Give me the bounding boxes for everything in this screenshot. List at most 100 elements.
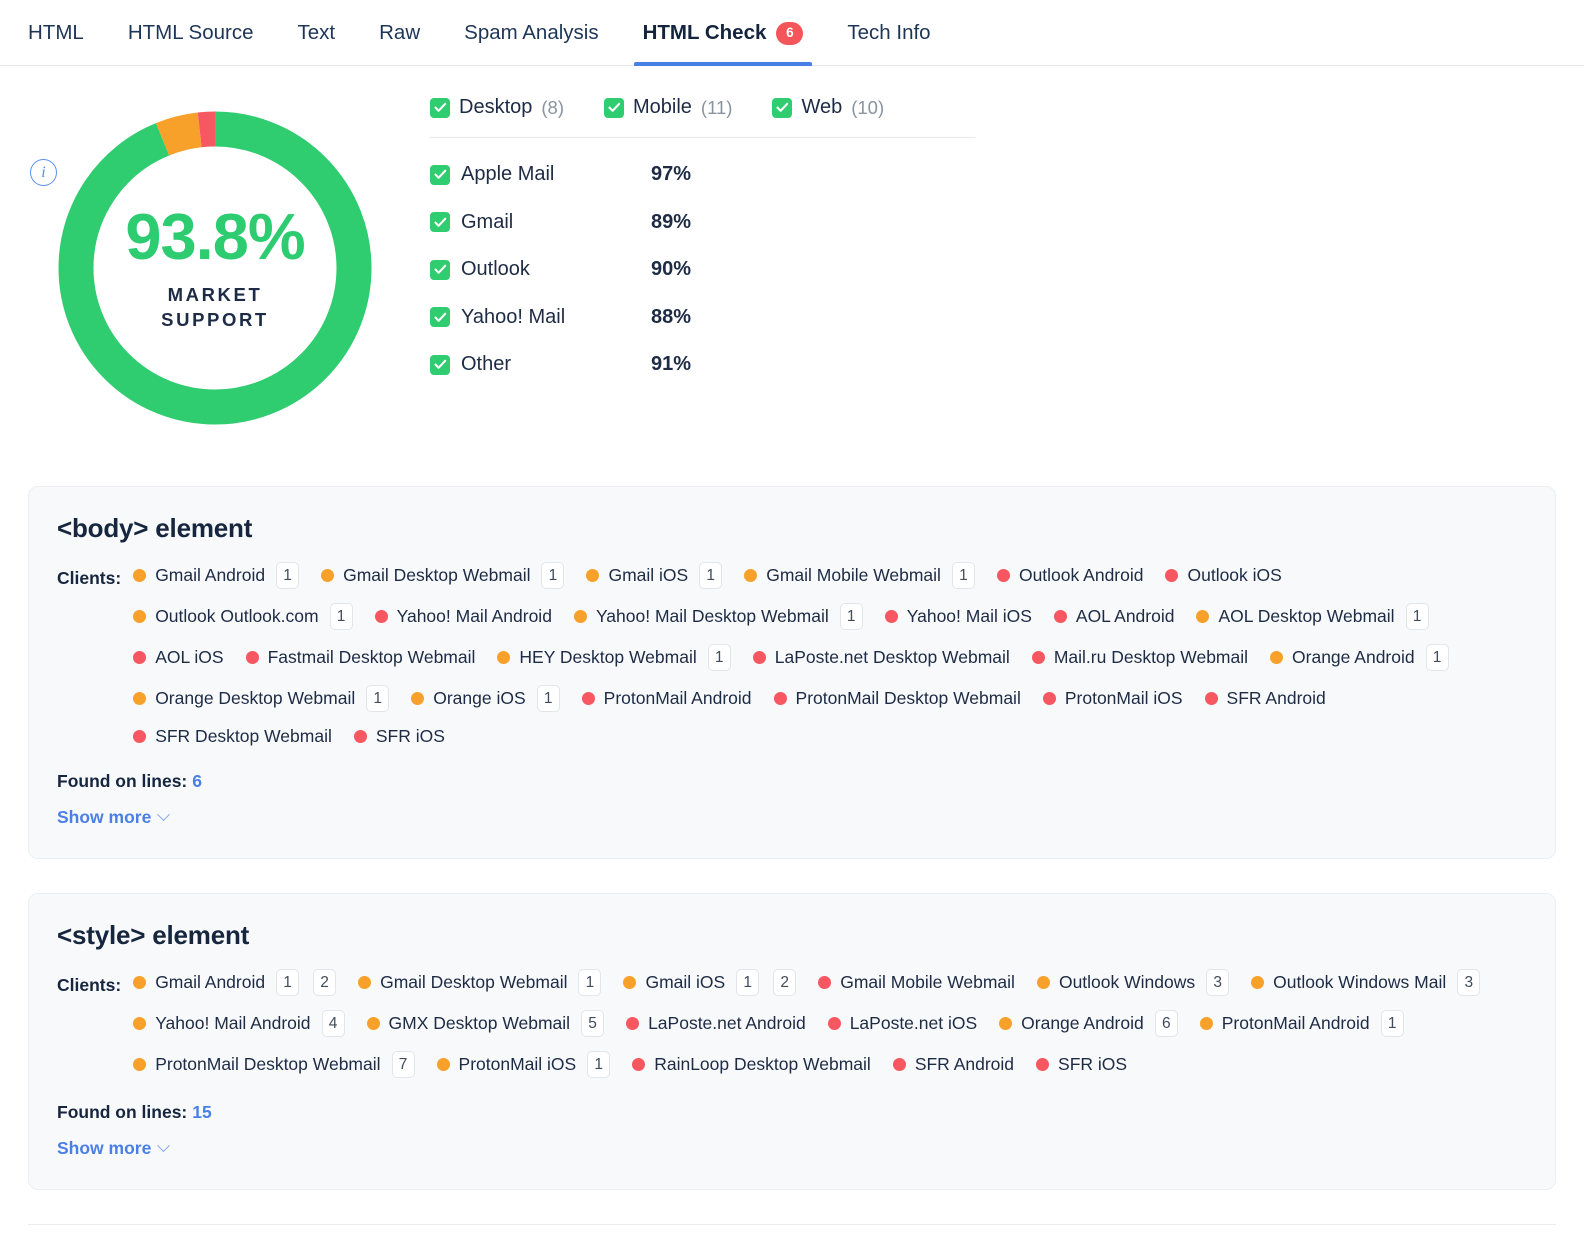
show-more-button[interactable]: Show more bbox=[57, 807, 168, 828]
checkbox-checked-icon[interactable] bbox=[430, 307, 450, 327]
client-line-number[interactable]: 2 bbox=[773, 969, 796, 996]
client-line-number[interactable]: 1 bbox=[840, 603, 863, 630]
support-row[interactable]: Apple Mail97% bbox=[430, 151, 985, 199]
client-line-number[interactable]: 1 bbox=[330, 603, 353, 630]
client-chip[interactable]: RainLoop Desktop Webmail bbox=[632, 1054, 871, 1075]
client-chip[interactable]: AOL Desktop Webmail 1 bbox=[1196, 603, 1428, 630]
client-line-number[interactable]: 3 bbox=[1206, 969, 1229, 996]
client-chip[interactable]: Gmail iOS 12 bbox=[623, 969, 796, 996]
checkbox-checked-icon[interactable] bbox=[430, 260, 450, 280]
client-line-number[interactable]: 1 bbox=[1381, 1010, 1404, 1037]
client-line-number[interactable]: 1 bbox=[276, 969, 299, 996]
market-support-donut-chart: 93.8% MARKET SUPPORT bbox=[0, 84, 430, 486]
checkbox-checked-icon[interactable] bbox=[430, 355, 450, 375]
client-chip[interactable]: ProtonMail iOS bbox=[1043, 688, 1183, 709]
client-chip[interactable]: Gmail Desktop Webmail1 bbox=[358, 969, 601, 996]
client-line-number[interactable]: 1 bbox=[736, 969, 759, 996]
client-chip[interactable]: Outlook Windows Mail3 bbox=[1251, 969, 1480, 996]
client-chip[interactable]: Yahoo! Mail Android bbox=[375, 606, 552, 627]
tab-html-source[interactable]: HTML Source bbox=[128, 0, 276, 66]
filter-label: Web bbox=[801, 96, 842, 119]
support-row[interactable]: Outlook90% bbox=[430, 246, 985, 294]
found-on-lines-value[interactable]: 6 bbox=[192, 771, 202, 791]
tab-html[interactable]: HTML bbox=[28, 0, 106, 66]
client-chip[interactable]: Gmail Desktop Webmail1 bbox=[321, 562, 564, 589]
tab-spam-analysis[interactable]: Spam Analysis bbox=[464, 0, 620, 66]
client-chip[interactable]: Outlook Windows3 bbox=[1037, 969, 1229, 996]
client-chip[interactable]: ProtonMail Desktop Webmail bbox=[774, 688, 1021, 709]
checkbox-checked-icon[interactable] bbox=[430, 212, 450, 232]
filter-desktop[interactable]: Desktop(8) bbox=[430, 96, 564, 119]
client-chip[interactable]: SFR iOS bbox=[354, 726, 445, 747]
client-line-number[interactable]: 7 bbox=[392, 1051, 415, 1078]
client-line-number[interactable]: 1 bbox=[699, 562, 722, 589]
client-chip[interactable]: LaPoste.net Android bbox=[626, 1013, 806, 1034]
client-line-number[interactable]: 3 bbox=[1457, 969, 1480, 996]
client-chip[interactable]: Gmail iOS1 bbox=[586, 562, 722, 589]
client-line-number[interactable]: 1 bbox=[537, 685, 560, 712]
client-line-number[interactable]: 1 bbox=[587, 1051, 610, 1078]
check-glyph bbox=[776, 102, 789, 113]
client-chip[interactable]: Yahoo! Mail Android4 bbox=[133, 1010, 344, 1037]
client-chip[interactable]: Yahoo! Mail iOS bbox=[885, 606, 1032, 627]
checkbox-checked-icon[interactable] bbox=[604, 98, 624, 118]
client-chip[interactable]: SFR iOS bbox=[1036, 1054, 1127, 1075]
client-chip[interactable]: SFR Desktop Webmail bbox=[133, 726, 332, 747]
filter-web[interactable]: Web(10) bbox=[772, 96, 884, 119]
client-chip[interactable]: Gmail Mobile Webmail1 bbox=[744, 562, 975, 589]
client-chip[interactable]: Yahoo! Mail Desktop Webmail1 bbox=[574, 603, 863, 630]
client-chip[interactable]: ProtonMail Android bbox=[582, 688, 752, 709]
client-chip[interactable]: Outlook iOS bbox=[1165, 565, 1281, 586]
client-name: ProtonMail iOS bbox=[1065, 688, 1183, 709]
support-row[interactable]: Gmail89% bbox=[430, 199, 985, 247]
client-name: Gmail iOS bbox=[645, 972, 725, 993]
support-row[interactable]: Other91% bbox=[430, 341, 985, 389]
support-row[interactable]: Yahoo! Mail88% bbox=[430, 294, 985, 342]
client-chip[interactable]: GMX Desktop Webmail5 bbox=[367, 1010, 605, 1037]
client-line-number[interactable]: 1 bbox=[541, 562, 564, 589]
client-chip[interactable]: LaPoste.net iOS bbox=[828, 1013, 977, 1034]
client-chip[interactable]: HEY Desktop Webmail1 bbox=[497, 644, 730, 671]
client-chip[interactable]: Mail.ru Desktop Webmail bbox=[1032, 647, 1248, 668]
client-line-number[interactable]: 1 bbox=[276, 562, 299, 589]
client-line-number[interactable]: 6 bbox=[1155, 1010, 1178, 1037]
client-chip[interactable]: ProtonMail iOS1 bbox=[437, 1051, 611, 1078]
client-line-number[interactable]: 2 bbox=[313, 969, 336, 996]
client-chip[interactable]: Outlook Android bbox=[997, 565, 1144, 586]
filter-mobile[interactable]: Mobile(11) bbox=[604, 96, 732, 119]
tab-raw[interactable]: Raw bbox=[379, 0, 442, 66]
tab-tech-info[interactable]: Tech Info bbox=[847, 0, 952, 66]
client-chip[interactable]: Orange Android1 bbox=[1270, 644, 1449, 671]
client-chip[interactable]: Orange iOS1 bbox=[411, 685, 559, 712]
client-line-number[interactable]: 1 bbox=[1406, 603, 1429, 630]
client-line-number[interactable]: 1 bbox=[366, 685, 389, 712]
checkbox-checked-icon[interactable] bbox=[772, 98, 792, 118]
client-chip[interactable]: Outlook Outlook.com1 bbox=[133, 603, 352, 630]
client-chip[interactable]: AOL iOS bbox=[133, 647, 223, 668]
checkbox-checked-icon[interactable] bbox=[430, 98, 450, 118]
client-chip[interactable]: LaPoste.net Desktop Webmail bbox=[753, 647, 1010, 668]
client-chip[interactable]: SFR Android bbox=[1205, 688, 1326, 709]
client-line-number[interactable]: 1 bbox=[952, 562, 975, 589]
client-chip[interactable]: SFR Android bbox=[893, 1054, 1014, 1075]
client-chip[interactable]: Orange Desktop Webmail1 bbox=[133, 685, 389, 712]
checkbox-checked-icon[interactable] bbox=[430, 165, 450, 185]
tab-html-check[interactable]: HTML Check6 bbox=[643, 0, 826, 66]
client-chip[interactable]: Gmail Android12 bbox=[133, 969, 336, 996]
client-chip[interactable]: AOL Android bbox=[1054, 606, 1175, 627]
client-line-number[interactable]: 1 bbox=[1426, 644, 1449, 671]
client-chip[interactable]: Gmail Android1 bbox=[133, 562, 299, 589]
client-line-number[interactable]: 4 bbox=[322, 1010, 345, 1037]
client-name: AOL Desktop Webmail bbox=[1218, 606, 1394, 627]
client-chip[interactable]: Orange Android6 bbox=[999, 1010, 1178, 1037]
tab-text[interactable]: Text bbox=[298, 0, 358, 66]
client-line-number[interactable]: 1 bbox=[708, 644, 731, 671]
client-chip[interactable]: ProtonMail Desktop Webmail7 bbox=[133, 1051, 414, 1078]
found-on-lines-value[interactable]: 15 bbox=[192, 1102, 211, 1122]
client-chip[interactable]: ProtonMail Android1 bbox=[1200, 1010, 1404, 1037]
client-line-number[interactable]: 5 bbox=[581, 1010, 604, 1037]
client-line-number[interactable]: 1 bbox=[578, 969, 601, 996]
client-chip[interactable]: Fastmail Desktop Webmail bbox=[246, 647, 476, 668]
show-more-button[interactable]: Show more bbox=[57, 1138, 168, 1159]
client-chip[interactable]: Gmail Mobile Webmail bbox=[818, 972, 1015, 993]
